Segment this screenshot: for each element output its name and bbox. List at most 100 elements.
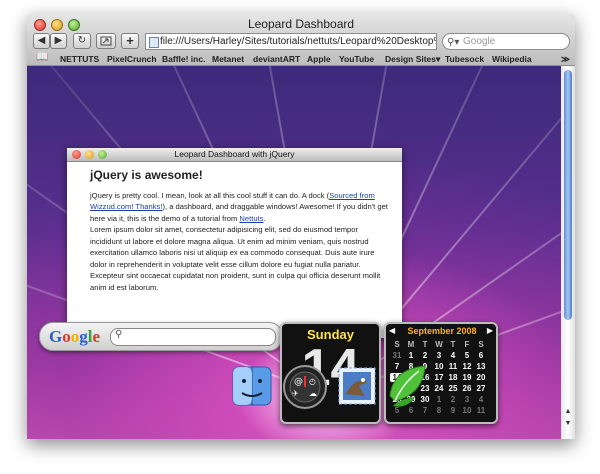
calendar-day[interactable]: 10: [432, 362, 446, 371]
bookmarks-bar: 📖 NETTUTS PixelCrunch Baffle! inc. Metan…: [27, 52, 575, 66]
leaf-icon: [389, 365, 426, 407]
calendar-day[interactable]: 18: [446, 373, 460, 382]
calendar-day[interactable]: 26: [460, 384, 474, 393]
dashboard-icon: @ ◴ ✈ ☁: [283, 365, 327, 409]
calendar-day[interactable]: 1: [404, 351, 418, 360]
previous-month-button[interactable]: ◀: [389, 326, 395, 335]
article-heading: jQuery is awesome!: [90, 168, 203, 182]
calendar-day[interactable]: 8: [432, 406, 446, 415]
svg-text:✈: ✈: [292, 389, 299, 398]
search-icon: ⚲: [115, 329, 123, 340]
jquery-window[interactable]: Leopard Dashboard with jQuery jQuery is …: [67, 148, 402, 338]
bookmark-item[interactable]: Apple: [307, 54, 331, 64]
search-placeholder: Google: [463, 36, 496, 47]
bookmark-item[interactable]: PixelCrunch: [107, 54, 157, 64]
bookmark-item[interactable]: Design Sites▾: [385, 54, 440, 65]
calendar-day[interactable]: 5: [460, 351, 474, 360]
back-arrow-icon: ◀: [37, 35, 46, 46]
bookmark-item[interactable]: Wikipedia: [492, 54, 532, 64]
calendar-weekday-row: S M T W T F S: [390, 340, 490, 351]
calendar-day[interactable]: 24: [432, 384, 446, 393]
calendar-day[interactable]: 25: [446, 384, 460, 393]
snapback-button[interactable]: [96, 33, 116, 49]
reload-icon: ↻: [77, 35, 87, 46]
panel-minimize-button[interactable]: [85, 150, 94, 159]
jquery-window-title: Leopard Dashboard with jQuery: [174, 149, 295, 159]
calendar-day[interactable]: 19: [460, 373, 474, 382]
forward-button[interactable]: ▶: [50, 33, 67, 49]
google-search-widget[interactable]: Google ⚲: [39, 322, 283, 351]
weekday-label: S: [394, 340, 400, 349]
bookmark-item[interactable]: deviantART: [253, 54, 300, 64]
next-month-button[interactable]: ▶: [487, 326, 493, 335]
weekday-label: T: [422, 340, 428, 349]
calendar-day[interactable]: 3: [432, 351, 446, 360]
calendar-day[interactable]: 2: [418, 351, 432, 360]
new-tab-button[interactable]: +: [121, 33, 139, 49]
scroll-up-arrow[interactable]: ▲: [563, 408, 573, 418]
search-field[interactable]: ⚲▾ Google: [442, 33, 570, 50]
reload-button[interactable]: ↻: [73, 33, 91, 49]
forward-arrow-icon: ▶: [54, 35, 63, 46]
calendar-day[interactable]: 11: [446, 362, 460, 371]
address-bar[interactable]: file:///Users/Harley/Sites/tutorials/net…: [145, 33, 437, 50]
calendar-day[interactable]: 31: [390, 351, 404, 360]
calendar-day[interactable]: 4: [446, 351, 460, 360]
bookmark-item[interactable]: YouTube: [339, 54, 374, 64]
bookmark-item[interactable]: NETTUTS: [60, 54, 99, 64]
weekday-label: F: [464, 340, 470, 349]
search-icon: ⚲▾: [447, 37, 460, 48]
back-button[interactable]: ◀: [33, 33, 50, 49]
calendar-day[interactable]: 1: [432, 395, 446, 404]
svg-text:☁: ☁: [309, 389, 317, 398]
calendar-day[interactable]: 6: [474, 351, 488, 360]
lorem-paragraph: Lorem ipsum dolor sit amet, consectetur …: [90, 225, 381, 292]
mail-stamp-icon: [338, 367, 376, 405]
finder-dock-icon[interactable]: [232, 366, 272, 406]
calendar-day[interactable]: 17: [432, 373, 446, 382]
weekday-label: T: [450, 340, 456, 349]
titlebar: Leopard Dashboard ◀ ▶ ↻ + file:///Users/…: [27, 13, 575, 66]
calendar-day[interactable]: 13: [474, 362, 488, 371]
google-search-input[interactable]: ⚲: [110, 328, 276, 346]
snapback-icon: [100, 36, 112, 46]
scrollbar-thumb[interactable]: [564, 70, 572, 320]
panel-close-button[interactable]: [72, 150, 81, 159]
scroll-down-arrow[interactable]: ▼: [563, 420, 573, 430]
address-text: file:///Users/Harley/Sites/tutorials/net…: [160, 36, 437, 47]
calendar-day[interactable]: 27: [474, 384, 488, 393]
jquery-window-titlebar[interactable]: Leopard Dashboard with jQuery: [67, 148, 402, 162]
nettuts-link[interactable]: Nettuts: [239, 214, 263, 223]
calendar-day[interactable]: 2: [446, 395, 460, 404]
calendar-day[interactable]: 12: [460, 362, 474, 371]
window-title: Leopard Dashboard: [247, 17, 355, 31]
weekday-label: S: [478, 340, 484, 349]
svg-text:@: @: [294, 377, 303, 387]
calendar-day[interactable]: 10: [460, 406, 474, 415]
bookmarks-overflow-button[interactable]: ≫: [561, 54, 570, 65]
calendar-day[interactable]: 9: [446, 406, 460, 415]
file-icon: [149, 37, 159, 48]
bookmark-item[interactable]: Metanet: [212, 54, 244, 64]
browser-window: Leopard Dashboard ◀ ▶ ↻ + file:///Users/…: [27, 13, 575, 439]
calendar-day[interactable]: 3: [460, 395, 474, 404]
leaf-dock-icon[interactable]: [385, 361, 431, 411]
intro-paragraph: jQuery is pretty cool. I mean, look at a…: [90, 190, 390, 225]
calendar-day[interactable]: 11: [474, 406, 488, 415]
clock-dock-icon[interactable]: @ ◴ ✈ ☁: [282, 364, 328, 410]
page-content: Leopard Dashboard with jQuery jQuery is …: [27, 66, 561, 439]
jquery-window-body: jQuery is awesome! jQuery is pretty cool…: [90, 168, 390, 293]
panel-zoom-button[interactable]: [98, 150, 107, 159]
bookmark-item[interactable]: Baffle! inc.: [162, 54, 205, 64]
mail-dock-icon[interactable]: [337, 366, 377, 406]
vertical-scrollbar[interactable]: ▲ ▼: [561, 66, 575, 439]
weekday-label: M: [407, 340, 415, 349]
google-logo: Google: [49, 327, 101, 346]
weekday-label: W: [435, 340, 443, 349]
calendar-month-title: September 2008: [407, 326, 477, 336]
calendar-day[interactable]: 20: [474, 373, 488, 382]
bookmarks-book-icon[interactable]: 📖: [36, 52, 48, 63]
svg-text:◴: ◴: [309, 377, 316, 386]
calendar-day[interactable]: 4: [474, 395, 488, 404]
bookmark-item[interactable]: Tubesock: [445, 54, 484, 64]
